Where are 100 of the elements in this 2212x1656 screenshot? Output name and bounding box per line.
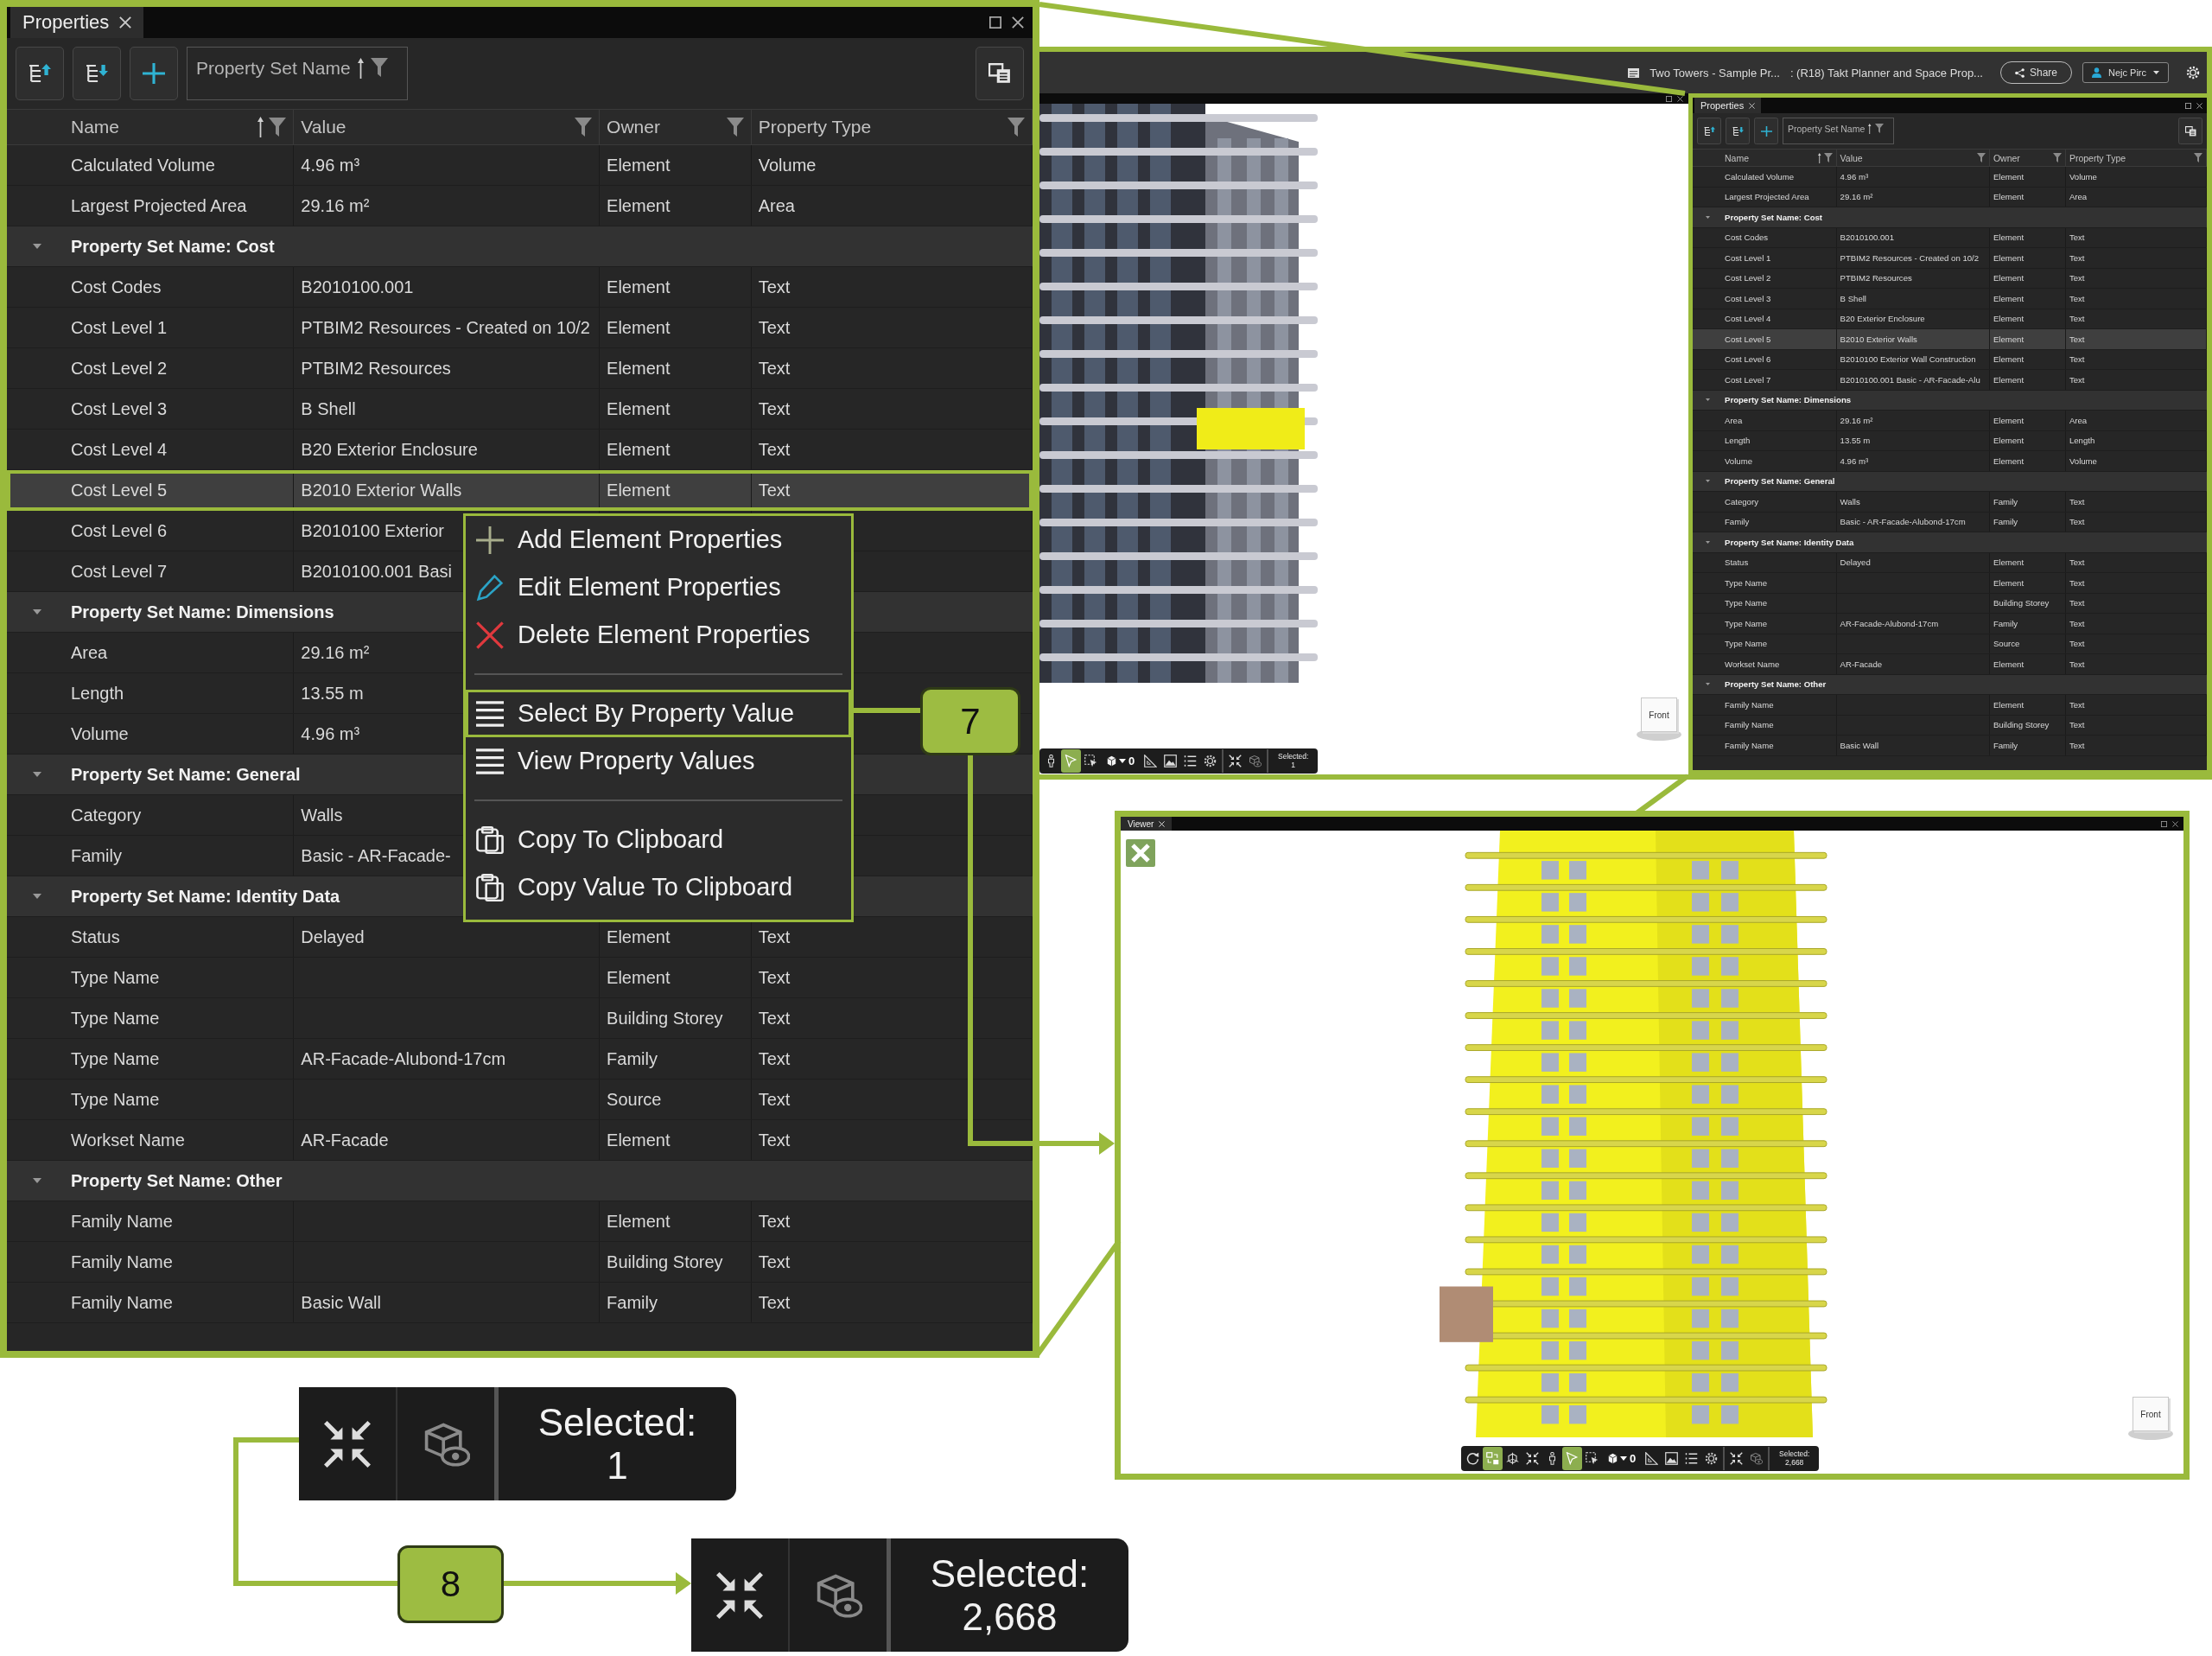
property-type: Text (758, 1008, 791, 1029)
property-type: Text (2069, 496, 2085, 506)
property-type: Text (2069, 659, 2085, 669)
property-value: B Shell (301, 398, 356, 419)
property-owner: Element (1993, 415, 2024, 425)
property-name: Length (71, 683, 124, 704)
property-name: Cost Codes (71, 277, 162, 297)
property-name: Volume (71, 723, 129, 744)
property-value: PTBIM2 Resources - Created on 10/2 (301, 317, 590, 338)
property-owner: Element (1993, 557, 2024, 568)
property-owner: Element (1993, 699, 2024, 710)
property-name: Area (1725, 415, 1743, 425)
property-value: B2010100.001 Basic - AR-Facade-Alu (1840, 374, 1980, 385)
module-title: : (R18) Takt Planner and Space Prop... (1789, 66, 1983, 80)
property-owner: Element (1993, 577, 2024, 588)
property-name: Type Name (1725, 577, 1768, 588)
property-name: Cost Level 6 (1725, 354, 1771, 365)
property-value: B2010100.001 (301, 277, 414, 297)
property-value: 13.55 m (1840, 436, 1871, 446)
property-type: Text (2069, 517, 2085, 527)
property-value: B Shell (1840, 293, 1866, 303)
property-owner: Element (607, 317, 671, 338)
property-value: AR-Facade (301, 1130, 389, 1150)
property-type: Text (758, 480, 791, 500)
selection-label: Selected: (1779, 1449, 1810, 1459)
property-name: Cost Level 3 (71, 398, 168, 419)
property-value: Walls (1840, 496, 1860, 506)
property-value: B20 Exterior Enclosure (1840, 314, 1925, 324)
property-name: Area (71, 642, 108, 663)
property-name: Type Name (71, 967, 160, 988)
property-owner: Element (607, 967, 671, 988)
property-type: Text (758, 1089, 791, 1110)
property-name: Type Name (1725, 639, 1768, 649)
selection-label: Selected: (930, 1552, 1090, 1595)
selection-count: 2,668 (1785, 1458, 1804, 1468)
property-value: Delayed (301, 927, 365, 947)
property-owner: Element (1993, 436, 2024, 446)
property-name: Cost Level 6 (71, 520, 168, 541)
property-type: Length (2069, 436, 2095, 446)
property-owner: Element (607, 1211, 671, 1232)
property-type: Text (758, 439, 791, 460)
property-type: Text (758, 277, 791, 297)
property-type: Text (758, 1130, 791, 1150)
property-owner: Building Storey (607, 1252, 723, 1272)
property-type: Area (2069, 415, 2088, 425)
property-name: Cost Level 1 (1725, 252, 1771, 263)
property-value: 29.16 m² (301, 642, 370, 663)
property-owner: Element (1993, 354, 2024, 365)
property-owner: Building Storey (607, 1008, 723, 1029)
property-owner: Family (1993, 740, 2018, 750)
property-value: AR-Facade (1840, 659, 1883, 669)
property-type: Text (758, 398, 791, 419)
property-name: Cost Level 7 (71, 561, 168, 582)
property-name: Cost Level 3 (1725, 293, 1771, 303)
property-type: Text (2069, 293, 2085, 303)
property-name: Type Name (1725, 598, 1768, 608)
property-owner: Element (1993, 374, 2024, 385)
property-type: Text (2069, 577, 2085, 588)
property-owner: Element (607, 439, 671, 460)
property-name: Family Name (1725, 699, 1774, 710)
property-type: Text (2069, 374, 2085, 385)
property-name: Type Name (71, 1008, 160, 1029)
property-owner: Family (1993, 517, 2018, 527)
property-type: Text (2069, 314, 2085, 324)
property-name: Cost Level 1 (71, 317, 168, 338)
property-value: 4.96 m³ (301, 155, 360, 175)
property-name: Cost Level 7 (1725, 374, 1771, 385)
property-name: Cost Level 4 (1725, 314, 1771, 324)
property-value: 29.16 m² (1840, 192, 1873, 202)
property-owner: Element (1993, 659, 2024, 669)
property-owner: Element (1993, 273, 2024, 283)
property-value: B2010100 Exterior Wall Construction (1840, 354, 1976, 365)
property-type: Text (2069, 598, 2085, 608)
property-owner: Element (607, 155, 671, 175)
property-value: Delayed (1840, 557, 1871, 568)
selection-count: 2,668 (962, 1595, 1058, 1638)
property-owner: Building Storey (1993, 720, 2050, 730)
property-owner: Element (1993, 171, 2024, 182)
property-name: Calculated Volume (1725, 171, 1794, 182)
property-type: Volume (758, 155, 817, 175)
property-owner: Family (1993, 496, 2018, 506)
property-owner: Source (607, 1089, 662, 1110)
property-owner: Building Storey (1993, 598, 2050, 608)
property-owner: Element (607, 927, 671, 947)
property-owner: Element (607, 195, 671, 216)
property-value: 29.16 m² (301, 195, 370, 216)
property-name: Calculated Volume (71, 155, 215, 175)
property-name: Workset Name (1725, 659, 1780, 669)
property-type: Text (758, 1292, 791, 1313)
property-type: Text (2069, 740, 2085, 750)
property-owner: Element (607, 480, 671, 500)
property-owner: Element (1993, 252, 2024, 263)
property-value: 13.55 m (301, 683, 364, 704)
property-value: B2010100.001 Basi (301, 561, 452, 582)
property-type: Text (2069, 232, 2085, 243)
property-name: Status (1725, 557, 1749, 568)
selection-count: 1 (1291, 761, 1296, 770)
property-name: Type Name (71, 1048, 160, 1069)
property-name: Cost Level 4 (71, 439, 168, 460)
property-value: 4.96 m³ (1840, 171, 1869, 182)
